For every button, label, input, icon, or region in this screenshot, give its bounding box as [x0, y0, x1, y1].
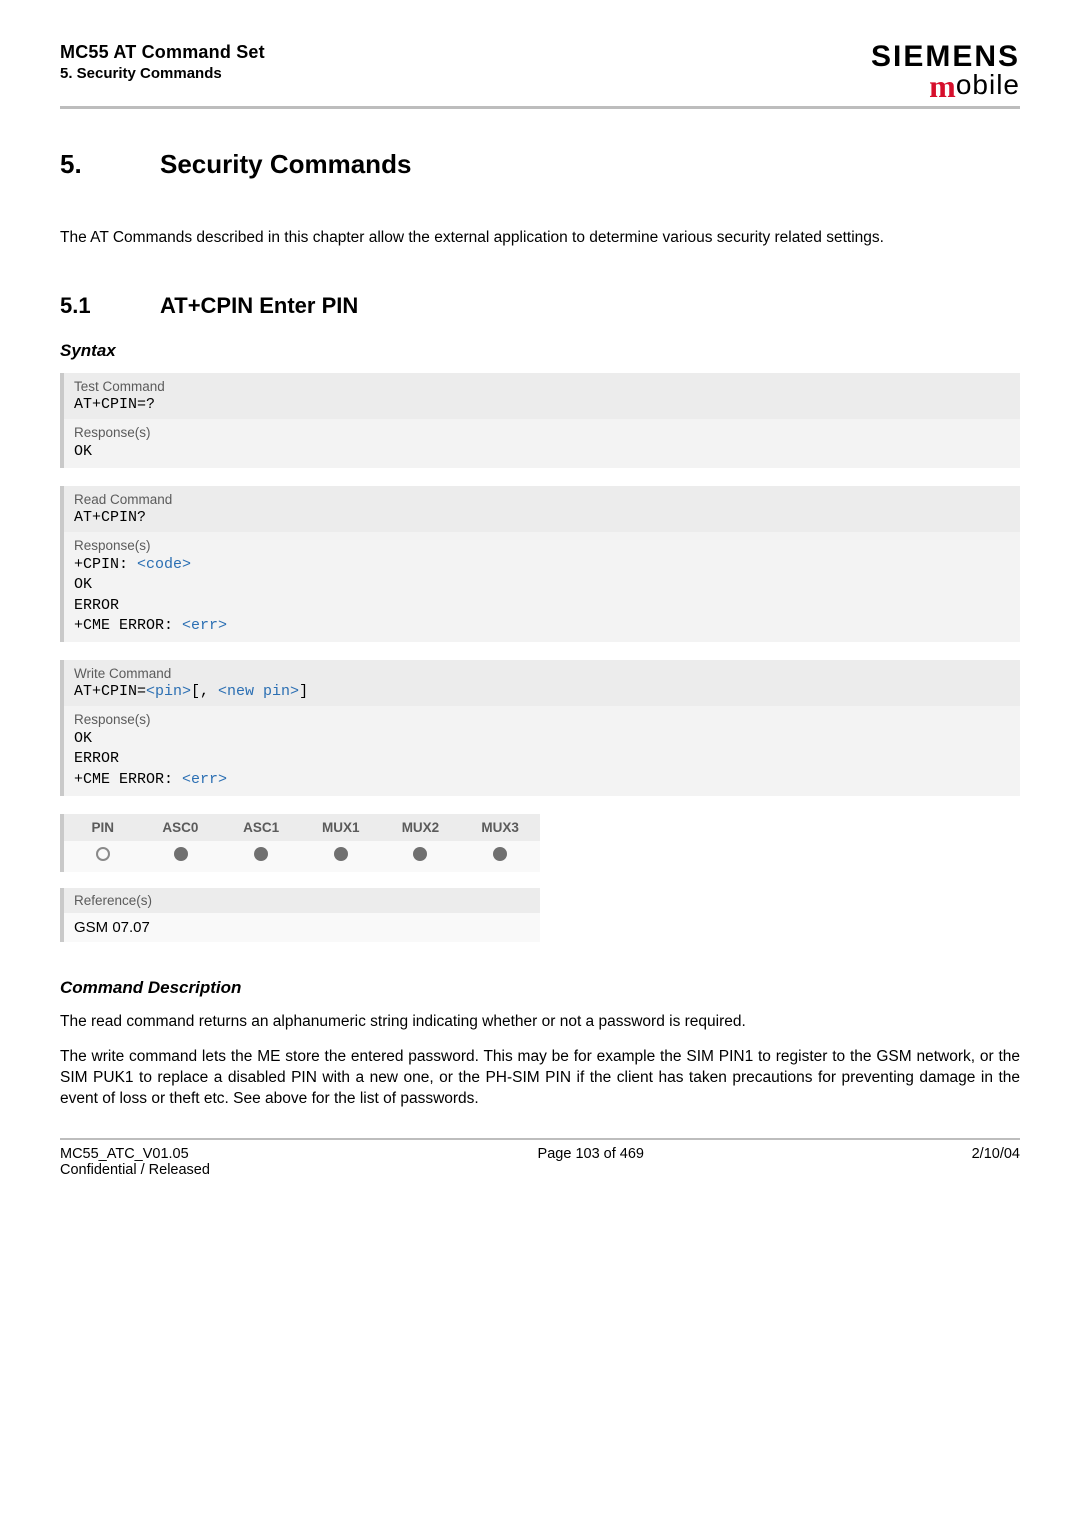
write-response-error: ERROR: [74, 749, 1010, 769]
chapter-intro: The AT Commands described in this chapte…: [60, 228, 1020, 249]
footer-page-number: Page 103 of 469: [210, 1146, 972, 1178]
test-response-body: OK: [74, 442, 1010, 462]
chapter-title: Security Commands: [160, 149, 411, 179]
write-command-text: AT+CPIN=<pin>[, <new pin>]: [74, 683, 1010, 700]
doc-section-path: 5. Security Commands: [60, 65, 265, 82]
cap-col-asc1: ASC1: [221, 814, 301, 841]
read-command-label: Read Command: [74, 492, 1010, 507]
syntax-label: Syntax: [60, 341, 1020, 361]
read-response-code-param: <code>: [137, 556, 191, 573]
doc-title: MC55 AT Command Set: [60, 42, 265, 63]
page-header: MC55 AT Command Set 5. Security Commands…: [60, 42, 1020, 109]
footer-left: MC55_ATC_V01.05 Confidential / Released: [60, 1146, 210, 1178]
capabilities-value-row: [62, 841, 540, 872]
brand-logo: SIEMENS mobile: [871, 42, 1020, 102]
reference-label: Reference(s): [64, 888, 540, 913]
footer-confidentiality: Confidential / Released: [60, 1162, 210, 1178]
chapter-heading: 5.Security Commands: [60, 149, 1020, 180]
write-command-block: Write Command AT+CPIN=<pin>[, <new pin>]…: [60, 660, 1020, 796]
page-footer: MC55_ATC_V01.05 Confidential / Released …: [60, 1138, 1020, 1178]
test-response-line: OK: [74, 442, 1010, 462]
dot-filled-icon: [493, 847, 507, 861]
section-title: AT+CPIN Enter PIN: [160, 293, 358, 318]
write-command-prefix: AT+CPIN=: [74, 683, 146, 700]
cap-col-pin: PIN: [62, 814, 142, 841]
brand-mobile-m: m: [929, 68, 956, 104]
command-description-p2: The write command lets the ME store the …: [60, 1047, 1020, 1110]
cap-col-asc0: ASC0: [142, 814, 222, 841]
write-response-ok: OK: [74, 729, 1010, 749]
write-response-err-param: <err>: [182, 771, 227, 788]
dot-filled-icon: [254, 847, 268, 861]
section-heading: 5.1AT+CPIN Enter PIN: [60, 293, 1020, 319]
command-description-label: Command Description: [60, 978, 1020, 998]
write-command-label: Write Command: [74, 666, 1010, 681]
write-command-newpin-param: <new pin>: [218, 683, 299, 700]
write-command-pin-param: <pin>: [146, 683, 191, 700]
read-response-label: Response(s): [74, 538, 1010, 553]
dot-filled-icon: [413, 847, 427, 861]
chapter-number: 5.: [60, 149, 160, 180]
test-command-label: Test Command: [74, 379, 1010, 394]
write-command-mid: [,: [191, 683, 218, 700]
command-description-p1: The read command returns an alphanumeric…: [60, 1012, 1020, 1033]
section-number: 5.1: [60, 293, 160, 319]
test-command-text: AT+CPIN=?: [74, 396, 1010, 413]
dot-filled-icon: [334, 847, 348, 861]
write-response-cme-prefix: +CME ERROR:: [74, 771, 182, 788]
cap-col-mux1: MUX1: [301, 814, 381, 841]
read-response-err-param: <err>: [182, 617, 227, 634]
read-command-text: AT+CPIN?: [74, 509, 1010, 526]
read-response-ok: OK: [74, 575, 1010, 595]
write-response-label: Response(s): [74, 712, 1010, 727]
brand-mobile-rest: obile: [956, 69, 1020, 100]
write-command-suffix: ]: [299, 683, 308, 700]
dot-empty-icon: [96, 847, 110, 861]
brand-mobile: mobile: [871, 70, 1020, 102]
header-left: MC55 AT Command Set 5. Security Commands: [60, 42, 265, 82]
test-response-label: Response(s): [74, 425, 1010, 440]
reference-block: Reference(s) GSM 07.07: [60, 888, 540, 942]
read-command-block: Read Command AT+CPIN? Response(s) +CPIN:…: [60, 486, 1020, 642]
cap-col-mux2: MUX2: [381, 814, 461, 841]
read-response-error: ERROR: [74, 596, 1010, 616]
read-response-body: +CPIN: <code> OK ERROR +CME ERROR: <err>: [74, 555, 1010, 636]
test-command-block: Test Command AT+CPIN=? Response(s) OK: [60, 373, 1020, 468]
read-response-cme-prefix: +CME ERROR:: [74, 617, 182, 634]
capabilities-table: PIN ASC0 ASC1 MUX1 MUX2 MUX3: [60, 814, 540, 872]
capabilities-header-row: PIN ASC0 ASC1 MUX1 MUX2 MUX3: [62, 814, 540, 841]
read-response-prefix: +CPIN:: [74, 556, 137, 573]
cap-col-mux3: MUX3: [460, 814, 540, 841]
dot-filled-icon: [174, 847, 188, 861]
reference-value: GSM 07.07: [64, 913, 540, 942]
footer-doc-version: MC55_ATC_V01.05: [60, 1146, 210, 1162]
footer-date: 2/10/04: [972, 1146, 1020, 1178]
write-response-body: OK ERROR +CME ERROR: <err>: [74, 729, 1010, 790]
